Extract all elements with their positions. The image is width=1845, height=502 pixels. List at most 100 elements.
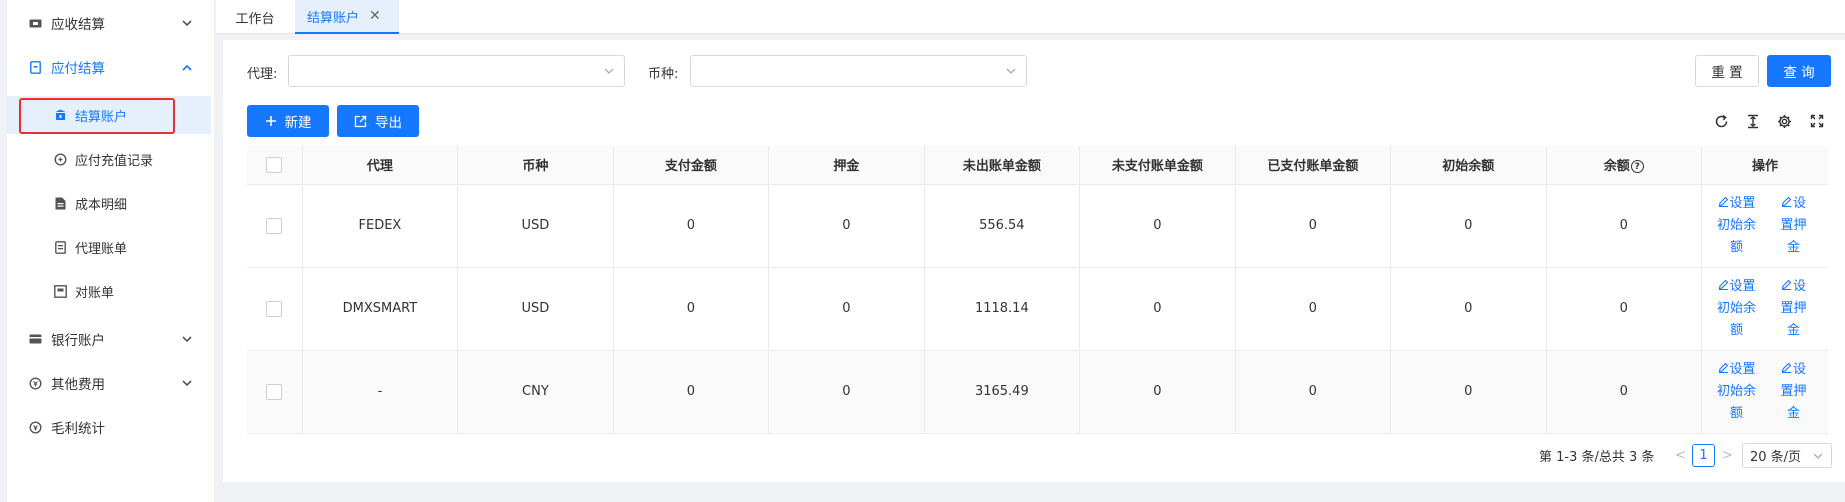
set-deposit-link[interactable]: 设 置押 金 [1769, 276, 1819, 342]
set-initial-balance-link[interactable]: 设置 初始余 额 [1712, 276, 1762, 342]
sidebar-group-payable[interactable]: 应付结算 [7, 45, 215, 89]
row-checkbox[interactable] [266, 217, 283, 234]
card-icon [27, 331, 43, 347]
sidebar-item-agent-bill[interactable]: 代理账单 [7, 228, 211, 266]
sidebar-group-other-fees[interactable]: 其他费用 [7, 361, 215, 405]
chevron-down-icon [181, 377, 193, 389]
chevron-up-icon [181, 61, 193, 73]
action-text: 设置 [1729, 195, 1756, 211]
page-1-button[interactable]: 1 [1692, 444, 1715, 467]
action-text: 金 [1786, 405, 1800, 421]
cell-paid-bill-amount: 0 [1235, 350, 1392, 434]
cell-unbilled-amount: 1118.14 [924, 267, 1081, 351]
chevron-down-icon [1006, 66, 1016, 76]
sidebar-group-gross-profit[interactable]: 毛利统计 [7, 405, 215, 449]
action-text: 额 [1730, 239, 1744, 255]
set-initial-balance-link[interactable]: 设置 初始余 额 [1712, 359, 1762, 425]
set-deposit-link[interactable]: 设 置押 金 [1769, 359, 1819, 425]
help-icon[interactable]: ? [1630, 160, 1644, 174]
action-text: 金 [1786, 322, 1800, 338]
currency-filter-label: 币种: [648, 67, 679, 82]
close-icon[interactable]: ✕ [369, 8, 381, 24]
prev-page-icon[interactable]: < [1675, 448, 1686, 463]
agent-select[interactable] [288, 55, 625, 87]
action-text: 置押 [1780, 300, 1807, 316]
column-header: 未出账单金额 [924, 146, 1081, 185]
sidebar-item-label: 结算账户 [75, 109, 128, 125]
action-text: 初始余 [1717, 383, 1757, 399]
next-page-icon[interactable]: > [1722, 448, 1733, 463]
export-icon [354, 115, 367, 128]
select-all-checkbox[interactable] [266, 156, 283, 173]
table-row: FEDEX USD 0 0 556.54 0 0 0 0 设置 初始余 额 设 … [247, 184, 1828, 268]
action-text: 设 [1792, 195, 1806, 211]
cell-paid-amount: 0 [613, 350, 770, 434]
sidebar-item-cost-detail[interactable]: 成本明细 [7, 184, 211, 222]
set-deposit-link[interactable]: 设 置押 金 [1769, 193, 1819, 259]
row-checkbox[interactable] [266, 300, 283, 317]
tab-settlement-account[interactable]: 结算账户 ✕ [295, 0, 399, 34]
cell-actions: 设置 初始余 额 设 置押 金 [1701, 267, 1828, 351]
reset-button[interactable]: 重 置 [1695, 55, 1759, 87]
coins-icon [27, 419, 43, 435]
reset-button-label: 重 置 [1711, 65, 1743, 81]
ticket-icon [27, 15, 43, 31]
row-checkbox[interactable] [266, 383, 283, 400]
action-text: 额 [1730, 405, 1744, 421]
cell-agent: FEDEX [302, 184, 459, 268]
set-initial-balance-link[interactable]: 设置 初始余 额 [1712, 193, 1762, 259]
cell-actions: 设置 初始余 额 设 置押 金 [1701, 350, 1828, 434]
tab-label: 结算账户 [307, 10, 360, 26]
tab-workbench[interactable]: 工作台 [216, 0, 294, 34]
sidebar-item-label: 对账单 [75, 285, 115, 301]
cell-unpaid-bill-amount: 0 [1079, 267, 1236, 351]
action-text: 设 [1792, 361, 1806, 377]
column-header-balance: 余额? [1546, 146, 1703, 185]
cell-actions: 设置 初始余 额 设 置押 金 [1701, 184, 1828, 268]
cell-agent: - [302, 350, 459, 434]
document-icon [53, 196, 67, 210]
action-text: 设置 [1729, 278, 1756, 294]
fullscreen-icon[interactable] [1809, 113, 1825, 129]
column-header: 初始余额 [1390, 146, 1547, 185]
sidebar-group-bank-account[interactable]: 银行账户 [7, 317, 215, 361]
sidebar-item-statement[interactable]: 对账单 [7, 272, 211, 310]
gear-icon[interactable] [1776, 113, 1792, 129]
page-size-select[interactable]: 20 条/页 [1742, 443, 1832, 468]
edit-icon [1718, 193, 1729, 215]
search-button[interactable]: 查 询 [1767, 55, 1831, 87]
chevron-down-icon [181, 17, 193, 29]
sidebar-item-label: 成本明细 [75, 197, 128, 213]
refresh-icon[interactable] [1713, 113, 1729, 129]
column-header: 代理 [302, 146, 459, 185]
cell-deposit: 0 [768, 184, 925, 268]
row-checkbox-cell [247, 267, 303, 351]
search-button-label: 查 询 [1783, 65, 1815, 81]
agent-filter-label: 代理: [247, 67, 278, 82]
tab-bar: 工作台 结算账户 ✕ [216, 0, 1845, 34]
edit-icon [1718, 276, 1729, 298]
receipt-icon [27, 59, 43, 75]
column-height-icon[interactable] [1745, 113, 1761, 129]
cell-unpaid-bill-amount: 0 [1079, 184, 1236, 268]
page-number: 1 [1699, 448, 1708, 463]
bill-icon [53, 240, 67, 254]
new-button[interactable]: 新建 [247, 105, 329, 137]
column-header: 操作 [1701, 146, 1828, 185]
export-button[interactable]: 导出 [337, 105, 419, 137]
action-text: 额 [1730, 322, 1744, 338]
chevron-down-icon [604, 66, 614, 76]
page-size-value: 20 条/页 [1750, 450, 1802, 465]
chevron-down-icon [1813, 451, 1823, 461]
sidebar-item-settlement-account[interactable]: 结算账户 [7, 96, 211, 134]
cell-unpaid-bill-amount: 0 [1079, 350, 1236, 434]
edit-icon [1781, 359, 1792, 381]
sidebar-group-receivable[interactable]: 应收结算 [7, 1, 215, 45]
cell-paid-amount: 0 [613, 184, 770, 268]
action-text: 初始余 [1717, 217, 1757, 233]
cell-currency: CNY [457, 350, 614, 434]
coins-icon [27, 375, 43, 391]
settlement-account-table: 代理 币种 支付金额 押金 未出账单金额 未支付账单金额 已支付账单金额 初始余… [247, 146, 1828, 434]
sidebar-item-payable-recharge[interactable]: 应付充值记录 [7, 140, 211, 178]
currency-select[interactable] [690, 55, 1027, 87]
